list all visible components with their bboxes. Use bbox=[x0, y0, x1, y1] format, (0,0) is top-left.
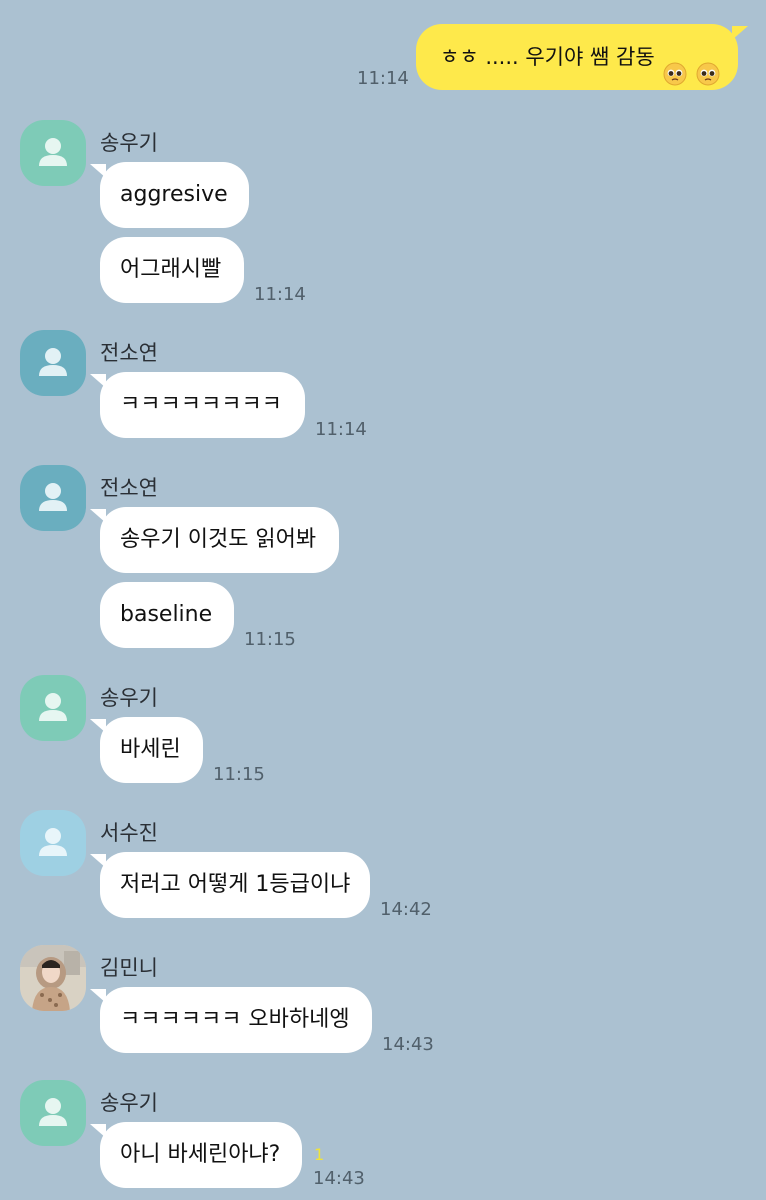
message-bubble[interactable]: aggresive bbox=[90, 162, 249, 228]
sender-name: 서수진 bbox=[100, 821, 158, 845]
sender-name: 송우기 bbox=[100, 131, 158, 155]
sender-name: 전소연 bbox=[100, 341, 158, 365]
message-text: 바세린 bbox=[120, 737, 181, 762]
message-time: 14:43 bbox=[382, 1034, 434, 1055]
message-text: 송우기 이것도 읽어봐 bbox=[120, 527, 317, 552]
message-bubble[interactable]: baseline bbox=[100, 582, 234, 648]
message-time: 11:15 bbox=[213, 764, 265, 785]
avatar[interactable] bbox=[20, 330, 86, 396]
message-bubble[interactable]: ㅋㅋㅋㅋㅋㅋㅋㅋ bbox=[90, 372, 305, 438]
message-time: 14:43 bbox=[313, 1168, 365, 1189]
message-text: 아니 바세린아냐? bbox=[120, 1142, 281, 1167]
message-bubble[interactable]: 바세린 bbox=[90, 717, 203, 783]
my-message-bubble[interactable]: ㅎㅎ ..... 우기야 쌤 감동 bbox=[416, 24, 748, 90]
unread-count: 1 bbox=[314, 1145, 325, 1164]
sender-name: 송우기 bbox=[100, 1091, 158, 1115]
pleading-face-icon bbox=[663, 46, 687, 86]
pleading-face-icon bbox=[696, 46, 720, 86]
message-text: ㅎㅎ ..... 우기야 쌤 감동 bbox=[440, 45, 655, 69]
message-time: 11:14 bbox=[315, 419, 367, 440]
profile-photo-avatar[interactable] bbox=[20, 945, 86, 1011]
message-text: aggresive bbox=[120, 182, 228, 207]
sender-name: 전소연 bbox=[100, 476, 158, 500]
message-text: ㅋㅋㅋㅋㅋㅋㅋㅋ bbox=[120, 392, 282, 417]
message-text: 저러고 어떻게 1등급이냐 bbox=[120, 872, 351, 897]
message-time: 11:14 bbox=[357, 68, 409, 89]
message-time: 11:15 bbox=[244, 629, 296, 650]
avatar[interactable] bbox=[20, 120, 86, 186]
message-bubble[interactable]: 저러고 어떻게 1등급이냐 bbox=[90, 852, 370, 918]
avatar[interactable] bbox=[20, 465, 86, 531]
avatar[interactable] bbox=[20, 810, 86, 876]
message-text: ㅋㅋㅋㅋㅋㅋ 오바하네엥 bbox=[120, 1007, 350, 1032]
message-text: baseline bbox=[120, 602, 213, 627]
avatar[interactable] bbox=[20, 1080, 86, 1146]
message-time: 11:14 bbox=[254, 284, 306, 305]
message-bubble[interactable]: 어그래시빨 bbox=[100, 237, 244, 303]
message-time: 14:42 bbox=[380, 899, 432, 920]
message-text: 어그래시빨 bbox=[120, 257, 222, 282]
message-bubble[interactable]: 송우기 이것도 읽어봐 bbox=[90, 507, 339, 573]
avatar[interactable] bbox=[20, 675, 86, 741]
sender-name: 김민니 bbox=[100, 956, 158, 980]
message-bubble[interactable]: ㅋㅋㅋㅋㅋㅋ 오바하네엥 bbox=[90, 987, 372, 1053]
message-bubble[interactable]: 아니 바세린아냐? bbox=[90, 1122, 302, 1188]
sender-name: 송우기 bbox=[100, 686, 158, 710]
